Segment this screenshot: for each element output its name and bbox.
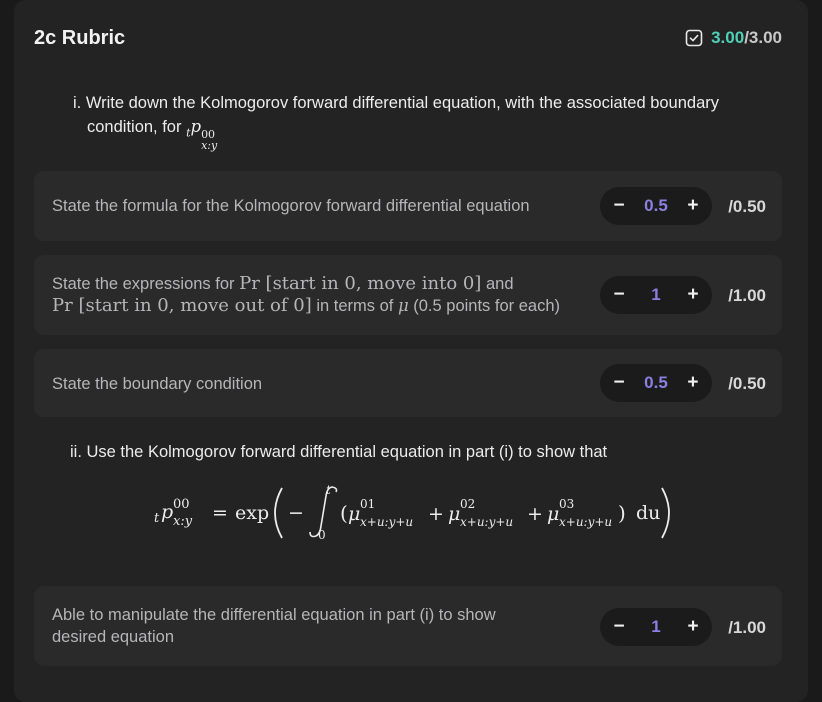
formula-int-lower: 0 [318, 528, 326, 542]
rubric-score: 3.00 /3.00 [685, 28, 782, 48]
criterion-1-value[interactable]: 0.5 [644, 196, 668, 216]
criterion-2-line1-math: Pr [start in 0, move into 0] [239, 273, 482, 294]
criterion-2-line1-suffix: and [485, 275, 514, 293]
formula-sup-1: 01 [360, 497, 375, 511]
criterion-3-max: /0.50 [728, 374, 766, 393]
formula-du: du [636, 502, 660, 524]
criterion-2-line1: State the expressions for Pr [start in 0… [52, 273, 560, 295]
criterion-1: State the formula for the Kolmogorov for… [34, 171, 782, 241]
formula-lhs-sup: 00 [173, 497, 190, 512]
criterion-2-line1-prefix: State the expressions for [52, 275, 235, 293]
formula-minus: − [288, 502, 304, 524]
criterion-4-line1: Able to manipulate the differential equa… [52, 606, 496, 624]
formula-sub-2: x+u:y+u [460, 515, 513, 529]
score-total: /3.00 [744, 28, 782, 47]
question-i-line1: i. Write down the Kolmogorov forward dif… [73, 94, 720, 112]
formula-int-upper: t [326, 483, 331, 497]
criterion-4-text: Able to manipulate the differential equa… [52, 604, 496, 648]
criterion-3-text: State the boundary condition [52, 375, 263, 393]
rubric-title: 2c Rubric [34, 26, 126, 49]
question-ii: ii. Use the Kolmogorov forward different… [70, 443, 608, 461]
criterion-3: State the boundary condition − 0.5 + /0.… [34, 349, 782, 417]
question-i-line2: condition, for tp 00 x:y [73, 115, 719, 151]
formula-mu-2: μ [448, 503, 460, 525]
question-i: i. Write down the Kolmogorov forward dif… [73, 91, 719, 151]
formula-sup-3: 03 [559, 497, 574, 511]
criterion-4-line2: desired equation [52, 628, 175, 646]
criterion-1-text: State the formula for the Kolmogorov for… [52, 197, 530, 215]
criterion-2-stepper: − 1 + [600, 276, 712, 314]
criterion-1-stepper: − 0.5 + [600, 187, 712, 225]
question-i-symbol: tp 00 x:y [186, 117, 218, 152]
question-i-line2-prefix: condition, for [87, 118, 182, 136]
formula-lhs-sub: x:y [173, 514, 193, 529]
criterion-3-stepper: − 0.5 + [600, 364, 712, 402]
rubric-header: 2c Rubric 3.00 /3.00 [34, 24, 782, 52]
criterion-2-line2-math: Pr [start in 0, move out of 0] [52, 295, 312, 316]
criterion-2-max: /1.00 [728, 286, 766, 305]
formula-eq: = [212, 502, 228, 524]
increment-button[interactable]: + [686, 616, 700, 638]
formula-lhs-t: t [154, 511, 160, 526]
survival-formula: t p 00 x:y = exp − t 0 ( μ 01 x+u:y+u + … [154, 483, 670, 542]
criterion-2-text: State the expressions for Pr [start in 0… [52, 273, 560, 317]
formula-mu-3: μ [547, 503, 559, 525]
decrement-button[interactable]: − [612, 616, 626, 638]
criterion-1-max: /0.50 [728, 197, 766, 216]
criterion-4-max: /1.00 [728, 618, 766, 637]
increment-button[interactable]: + [686, 195, 700, 217]
formula-mu-1: μ [348, 503, 360, 525]
formula-plus-1: + [428, 503, 444, 525]
criterion-4-stepper: − 1 + [600, 608, 712, 646]
formula-exp: exp [235, 502, 269, 524]
formula-lhs-p: p [161, 501, 173, 523]
formula-sup-2: 02 [460, 497, 475, 511]
criterion-2-value[interactable]: 1 [651, 285, 660, 305]
formula-plus-2: + [527, 503, 543, 525]
decrement-button[interactable]: − [612, 284, 626, 306]
criterion-3-value[interactable]: 0.5 [644, 373, 668, 393]
score-awarded: 3.00 [711, 28, 745, 47]
formula-paren-close: ) [618, 501, 626, 525]
formula-sub-3: x+u:y+u [559, 515, 612, 529]
decrement-button[interactable]: − [612, 372, 626, 394]
criterion-2-line2-suffix: (0.5 points for each) [413, 297, 561, 315]
criterion-4: Able to manipulate the differential equa… [34, 586, 782, 666]
rubric-panel: 2c Rubric 3.00 /3.00 i. Write down the K… [14, 0, 808, 702]
criterion-2-line2: Pr [start in 0, move out of 0] in terms … [52, 295, 560, 317]
criterion-2-line2-mid: in terms of [316, 297, 394, 315]
increment-button[interactable]: + [686, 284, 700, 306]
formula-sub-1: x+u:y+u [360, 515, 413, 529]
checkbox-icon [685, 29, 703, 47]
decrement-button[interactable]: − [612, 195, 626, 217]
criterion-2: State the expressions for Pr [start in 0… [34, 255, 782, 335]
criterion-2-mu: μ [397, 296, 409, 315]
increment-button[interactable]: + [686, 372, 700, 394]
formula-paren-open: ( [340, 501, 348, 525]
criterion-4-value[interactable]: 1 [651, 617, 660, 637]
